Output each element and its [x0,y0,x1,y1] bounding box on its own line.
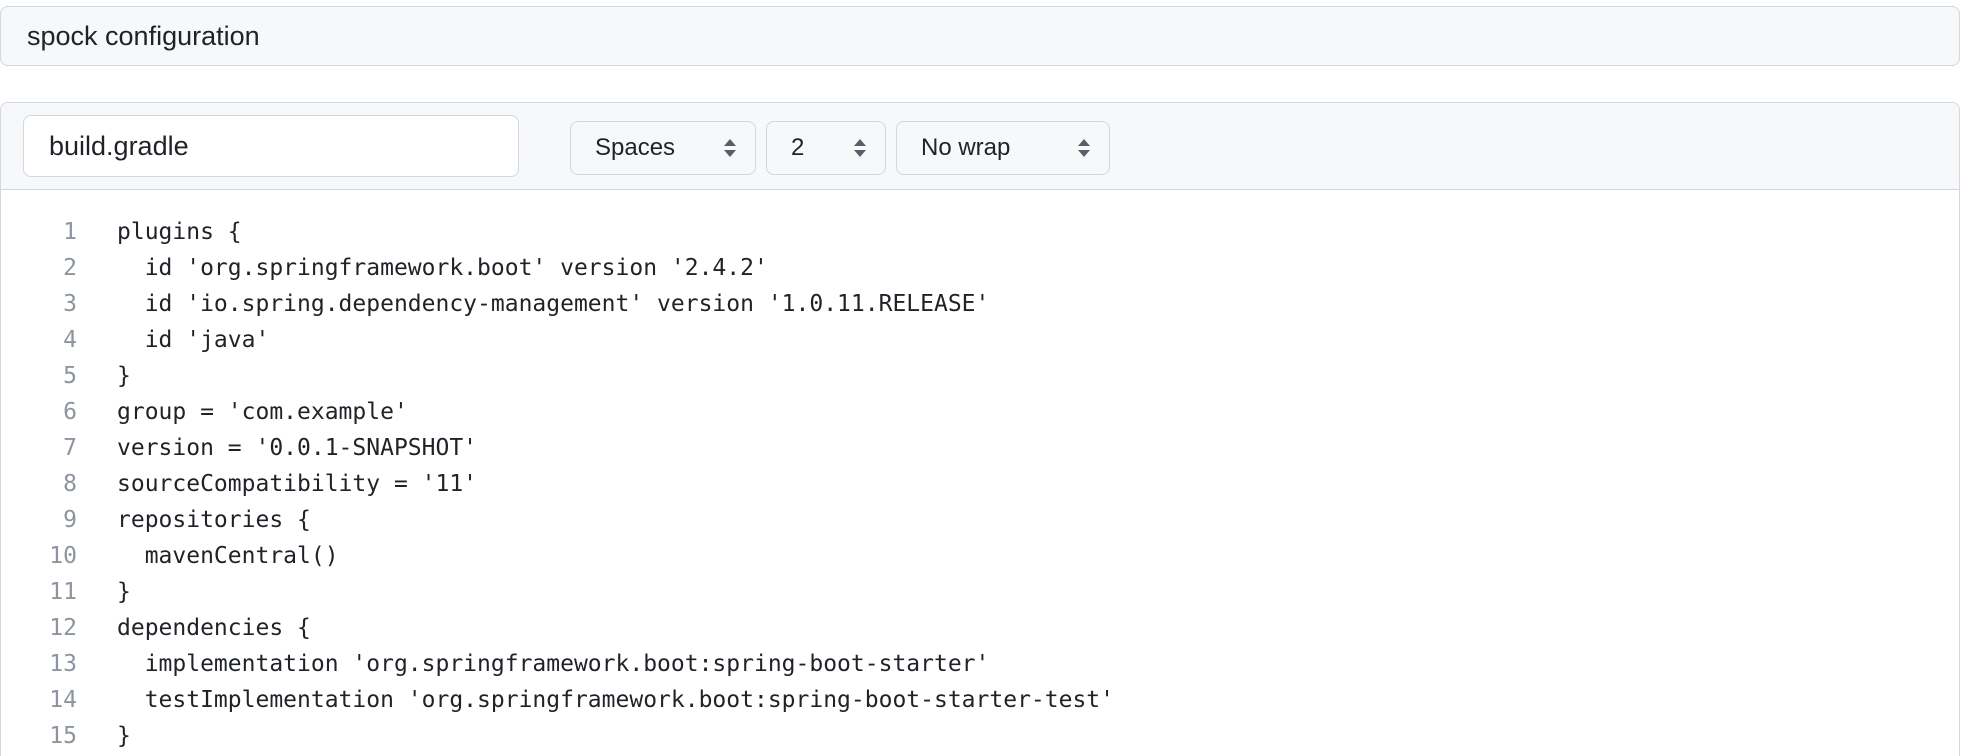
line-number: 12 [49,615,77,641]
indent-size-select[interactable]: 2 [766,121,886,175]
line-text: id 'io.spring.dependency-management' ver… [117,291,990,317]
line-number: 9 [63,507,77,533]
code-line: 7 version = '0.0.1-SNAPSHOT' [1,430,1959,466]
line-text: version = '0.0.1-SNAPSHOT' [117,435,478,461]
line-number: 8 [63,471,77,497]
wrap-mode-value: No wrap [921,134,1011,161]
line-text: group = 'com.example' [117,399,408,425]
code-line: 1 plugins { [1,214,1959,250]
up-down-caret-icon [1078,139,1090,157]
filename-value: build.gradle [49,130,189,161]
code-line: 2 id 'org.springframework.boot' version … [1,250,1959,286]
indent-mode-select[interactable]: Spaces [570,121,756,175]
gist-editor-page: spock configuration build.gradle Spaces … [0,0,1968,756]
line-number: 3 [63,291,77,317]
line-number: 11 [49,579,77,605]
up-down-caret-icon [724,139,736,157]
code-line: 9 repositories { [1,502,1959,538]
line-number: 6 [63,399,77,425]
line-number: 5 [63,363,77,389]
code-line: 3 id 'io.spring.dependency-management' v… [1,286,1959,322]
file-editor: build.gradle Spaces 2 No wrap 1 plugins … [0,102,1960,756]
filename-input[interactable]: build.gradle [23,115,519,177]
line-text: } [117,579,131,605]
line-number: 10 [49,543,77,569]
code-line: 8 sourceCompatibility = '11' [1,466,1959,502]
up-down-caret-icon [854,139,866,157]
line-text: sourceCompatibility = '11' [117,471,478,497]
code-line: 13 implementation 'org.springframework.b… [1,646,1959,682]
line-text: implementation 'org.springframework.boot… [117,651,990,677]
line-number: 15 [49,723,77,749]
line-number: 14 [49,687,77,713]
code-line: 6 group = 'com.example' [1,394,1959,430]
line-text: mavenCentral() [117,543,339,569]
line-number: 2 [63,255,77,281]
wrap-mode-select[interactable]: No wrap [896,121,1110,175]
code-line: 5} [1,358,1959,394]
line-text: id 'org.springframework.boot' version '2… [117,255,768,281]
code-line: 11} [1,574,1959,610]
line-number: 13 [49,651,77,677]
line-number: 7 [63,435,77,461]
code-line: 12 dependencies { [1,610,1959,646]
indent-mode-value: Spaces [595,134,676,161]
line-text: id 'java' [117,327,270,353]
gist-description-input[interactable]: spock configuration [0,6,1960,66]
line-text: } [117,723,131,749]
line-number: 1 [63,219,77,245]
file-editor-header: build.gradle Spaces 2 No wrap [1,103,1959,190]
gist-description-value: spock configuration [27,20,260,51]
code-line: 4 id 'java' [1,322,1959,358]
code-editor-area[interactable]: 1 plugins { 2 id 'org.springframework.boo… [1,190,1959,754]
line-text: } [117,363,131,389]
line-text: plugins { [117,219,242,245]
line-number: 4 [63,327,77,353]
line-text: repositories { [117,507,311,533]
indent-size-value: 2 [791,134,805,161]
code-line: 15} [1,718,1959,754]
code-line: 10 mavenCentral() [1,538,1959,574]
line-text: dependencies { [117,615,311,641]
code-line: 14 testImplementation 'org.springframewo… [1,682,1959,718]
line-text: testImplementation 'org.springframework.… [117,687,1114,713]
